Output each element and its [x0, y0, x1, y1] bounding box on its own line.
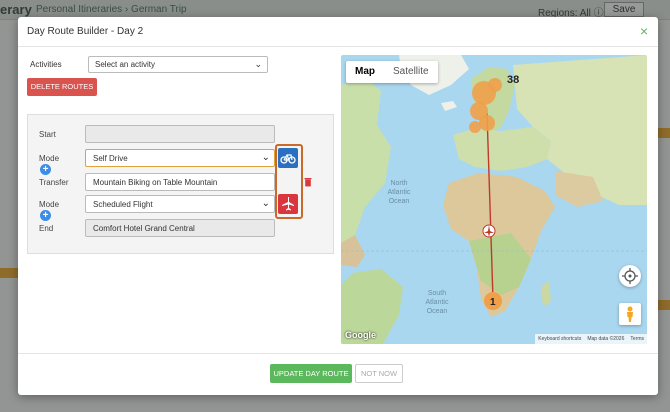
add-stop-icon-1[interactable]: + [40, 164, 51, 175]
crosshair-icon [622, 268, 638, 284]
end-field: Comfort Hotel Grand Central [85, 219, 275, 237]
ocean-label-n1: North [390, 180, 407, 187]
start-field [85, 125, 275, 143]
bicycle-mode-button[interactable] [278, 148, 298, 168]
mode-select-2-value: Scheduled Flight [93, 200, 153, 209]
tab-satellite[interactable]: Satellite [384, 61, 438, 83]
map-attribution: Keyboard shortcuts Map data ©2026 Terms [535, 334, 647, 344]
map-canvas: 38 1 North Atlantic Ocean South Atlantic… [341, 55, 647, 344]
transfer-field[interactable]: Mountain Biking on Table Mountain [85, 173, 275, 191]
ocean-label-s2: Atlantic [426, 299, 449, 306]
not-now-button[interactable]: NOT NOW [355, 364, 403, 383]
modal-footer: UPDATE DAY ROUTE NOT NOW [18, 353, 658, 395]
mode-select-1[interactable]: Self Drive ⌄ [85, 149, 275, 167]
activities-label: Activities [30, 60, 62, 69]
end-value: Comfort Hotel Grand Central [93, 224, 195, 233]
airplane-icon [282, 197, 294, 211]
chevron-down-icon: ⌄ [254, 59, 262, 69]
route-map[interactable]: 38 1 North Atlantic Ocean South Atlantic… [341, 55, 647, 344]
bicycle-icon [280, 154, 296, 164]
ocean-label-s3: Ocean [427, 308, 448, 315]
transfer-value: Mountain Biking on Table Mountain [93, 178, 218, 187]
north-cluster-count[interactable]: 38 [507, 74, 519, 86]
pegman-icon [627, 306, 633, 322]
start-label: Start [39, 130, 56, 139]
close-icon[interactable]: × [640, 23, 648, 39]
activities-select[interactable]: Select an activity ⌄ [88, 56, 268, 73]
tab-map[interactable]: Map [346, 61, 384, 83]
mode-select-2[interactable]: Scheduled Flight ⌄ [85, 195, 275, 213]
terms-link[interactable]: Terms [630, 336, 644, 342]
mode-label-2: Mode [39, 200, 60, 209]
modal-header: Day Route Builder - Day 2 × [18, 17, 658, 47]
update-day-route-button[interactable]: UPDATE DAY ROUTE [270, 364, 352, 383]
modal-title: Day Route Builder - Day 2 [27, 26, 144, 37]
add-stop-icon-2[interactable]: + [40, 210, 51, 221]
chevron-down-icon: ⌄ [261, 198, 270, 209]
activities-select-value: Select an activity [95, 60, 156, 69]
mode-select-1-value: Self Drive [93, 154, 128, 163]
recenter-button[interactable] [619, 265, 641, 287]
ocean-label-s1: South [428, 290, 446, 297]
map-type-tabs: Map Satellite [346, 61, 438, 83]
map-footer: Keyboard shortcuts Map data ©2026 Terms [341, 334, 647, 344]
trash-icon[interactable] [304, 177, 312, 187]
street-view-button[interactable] [619, 303, 641, 325]
ocean-label-n3: Ocean [389, 198, 410, 205]
end-label: End [39, 224, 54, 233]
delete-routes-button[interactable]: DELETE ROUTES [27, 78, 97, 96]
keyboard-shortcuts-link[interactable]: Keyboard shortcuts [538, 336, 581, 342]
day-route-builder-modal: Day Route Builder - Day 2 × Activities S… [18, 17, 658, 395]
transfer-label: Transfer [39, 178, 69, 187]
south-cluster-count[interactable]: 1 [490, 297, 496, 308]
mode-label-1: Mode [39, 154, 60, 163]
ocean-label-n2: Atlantic [388, 189, 411, 196]
chevron-down-icon: ⌄ [261, 152, 270, 163]
map-data-text: Map data ©2026 [587, 336, 625, 342]
plane-mode-button[interactable] [278, 194, 298, 214]
